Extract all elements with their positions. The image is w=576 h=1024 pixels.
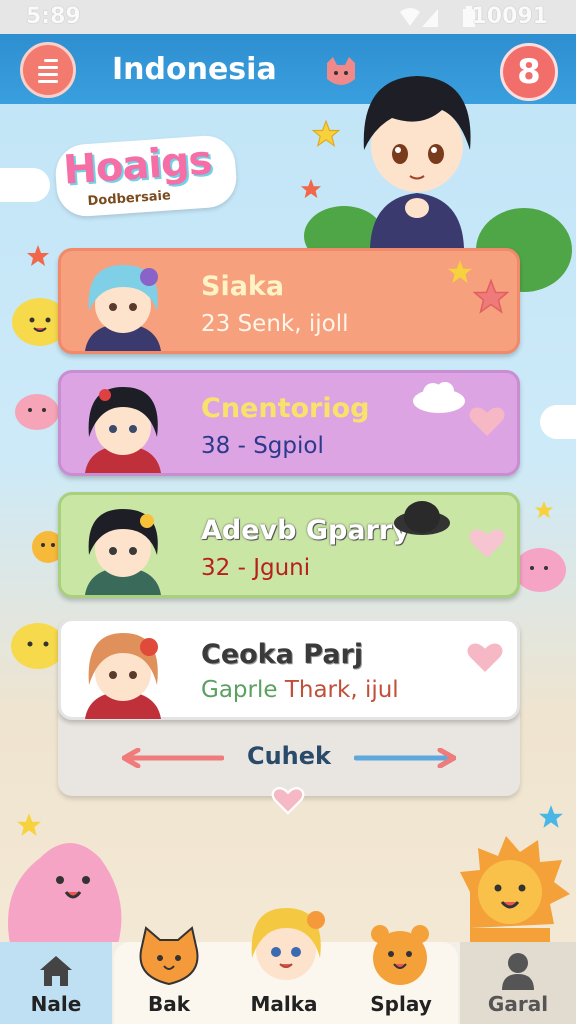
card-subtitle: 32 - Jguni — [201, 555, 311, 581]
bear-mascot-icon — [371, 925, 429, 985]
star-icon — [534, 500, 554, 519]
app-logo: Hoaigs Dodbersaie — [53, 133, 239, 219]
menu-button[interactable] — [20, 42, 76, 98]
home-icon — [40, 956, 72, 986]
card-subtitle: 38 - Sgpiol — [201, 433, 324, 459]
heart-icon — [271, 787, 305, 815]
star-icon — [539, 805, 563, 828]
profile-card[interactable]: Adevb Gparry 32 - Jguni — [58, 492, 520, 598]
tab-label: Malka — [250, 992, 318, 1016]
card-name: Cnentoriog — [201, 393, 370, 424]
notification-count-button[interactable]: 8 — [500, 43, 558, 101]
status-time: 5:89 — [26, 4, 81, 29]
profile-card[interactable]: Ceoka Parj Gaprle Thark, ijul — [58, 618, 520, 720]
app-bar — [0, 34, 576, 104]
cat-mascot-icon — [139, 926, 199, 986]
tab-label: Nale — [30, 992, 82, 1016]
avatar — [85, 509, 161, 595]
heart-icon[interactable] — [465, 637, 505, 677]
hero-character-illustration — [363, 76, 471, 248]
lion-mascot-icon — [460, 836, 570, 944]
arrow-right-icon[interactable] — [354, 748, 456, 768]
girl-avatar-icon — [251, 908, 325, 980]
cloud-decoration — [540, 405, 576, 439]
card-name: Adevb Gparry — [201, 515, 410, 546]
card-subtitle-part1: Gaprle — [201, 677, 278, 703]
heart-icon[interactable] — [467, 523, 507, 563]
pink-blob-mascot-icon — [514, 548, 566, 592]
person-icon — [502, 953, 534, 990]
star-icon — [27, 245, 49, 266]
tab-label: Splay — [370, 992, 432, 1016]
star-icon — [300, 178, 322, 199]
status-bar: 5:89 10091 — [0, 0, 576, 34]
page-title: Indonesia — [112, 52, 277, 87]
card-name: Ceoka Parj — [201, 639, 364, 670]
favorite-star-icon[interactable] — [473, 279, 509, 315]
avatar — [85, 633, 161, 719]
tab-home[interactable]: Nale — [0, 942, 112, 1024]
tab-label: Bak — [147, 992, 191, 1016]
tab-bak[interactable]: Bak — [114, 926, 224, 1024]
avatar — [85, 387, 161, 473]
star-icon — [312, 120, 340, 148]
heart-icon[interactable] — [467, 401, 507, 441]
tab-splay[interactable]: Splay — [344, 925, 458, 1024]
card-name: Siaka — [201, 271, 285, 302]
card-subtitle: 23 Senk, ijoll — [201, 311, 349, 337]
profile-card[interactable]: Cnentoriog 38 - Sgpiol — [58, 370, 520, 476]
bottom-tab-bar: Nale Bak Malka Splay Garal — [0, 908, 576, 1024]
status-right-text: 10091 — [471, 4, 548, 29]
star-icon — [448, 260, 472, 283]
tab-profile[interactable]: Garal — [460, 942, 576, 1024]
pink-blob-mascot-icon — [8, 843, 122, 944]
avatar — [85, 265, 161, 351]
signal-wifi-icon — [400, 8, 438, 27]
tab-malka[interactable]: Malka — [224, 908, 344, 1024]
card-subtitle: Gaprle Thark, ijul — [201, 677, 399, 703]
tab-label: Garal — [487, 992, 549, 1016]
pink-blob-mascot-icon — [15, 394, 59, 430]
card-subtitle-part2: Thark, ijul — [284, 677, 399, 703]
cloud-sticker-icon — [413, 382, 465, 413]
black-blob-sticker-icon — [394, 501, 450, 535]
cloud-decoration — [0, 168, 50, 202]
logo-subtext: Dodbersaie — [87, 188, 172, 210]
logo-text: Hoaigs — [61, 137, 213, 194]
profile-card[interactable]: Siaka 23 Senk, ijoll — [58, 248, 520, 354]
